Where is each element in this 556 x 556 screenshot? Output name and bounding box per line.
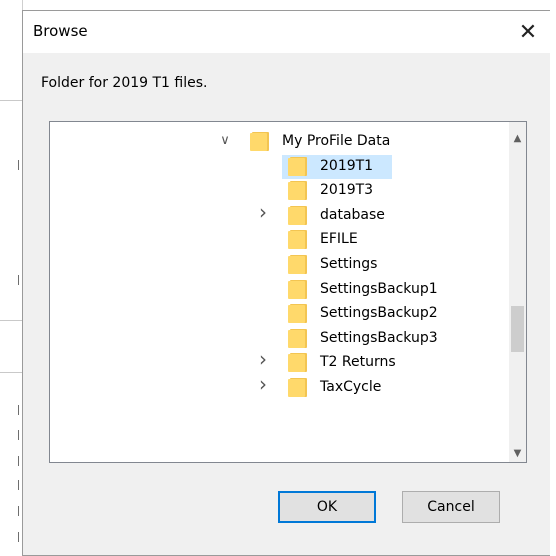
background-line: [0, 100, 22, 101]
tree-item-label: My ProFile Data: [282, 133, 391, 149]
background-line: [0, 372, 22, 373]
folder-icon: [288, 205, 308, 225]
ok-button[interactable]: OK: [278, 491, 376, 523]
tree-item[interactable]: ∨ My ProFile Data: [50, 130, 500, 154]
tree-item-label: SettingsBackup2: [320, 305, 438, 322]
tree-item-label: SettingsBackup3: [320, 329, 438, 346]
folder-tree[interactable]: ▲ ▼ ∨ My ProFile Data 2019T1 2019T3 › databas…: [49, 121, 527, 463]
tree-item[interactable]: SettingsBackup3: [50, 327, 500, 351]
cancel-button-label: Cancel: [427, 499, 475, 515]
scrollbar-thumb[interactable]: [511, 306, 524, 352]
tree-item[interactable]: EFILE: [50, 228, 500, 252]
tree-item-label: Settings: [320, 256, 378, 272]
folder-icon: [288, 328, 308, 348]
tree-item-label: SettingsBackup1: [320, 280, 438, 297]
folder-icon: [288, 230, 308, 250]
tree-item[interactable]: Settings: [50, 253, 500, 277]
tree-item[interactable]: › database: [50, 202, 500, 228]
tree-item-label: EFILE: [320, 231, 358, 248]
tree-item-label: 2019T3: [320, 182, 374, 199]
tree-item[interactable]: 2019T1: [50, 154, 500, 179]
folder-icon: [288, 156, 308, 176]
tree-item-label: T2 Returns: [320, 354, 396, 371]
folder-icon: [288, 279, 308, 299]
tree-item-label: database: [320, 206, 385, 223]
tree-item[interactable]: › TaxCycle: [50, 374, 500, 400]
folder-icon: [250, 132, 270, 151]
background-app-edge-right: [550, 0, 556, 556]
cancel-button[interactable]: Cancel: [402, 491, 500, 523]
title-bar[interactable]: Browse ✕: [23, 11, 551, 53]
scroll-up-arrow-icon[interactable]: ▲: [509, 130, 526, 147]
tree-item-label: 2019T1: [320, 157, 374, 174]
folder-icon: [288, 181, 308, 201]
background-app-edge: [0, 0, 23, 556]
dialog-title: Browse: [33, 22, 88, 40]
tree-item-label: TaxCycle: [320, 379, 382, 395]
folder-icon: [288, 255, 308, 274]
vertical-scrollbar[interactable]: ▲ ▼: [509, 122, 526, 462]
chevron-down-icon[interactable]: ∨: [218, 134, 232, 148]
folder-icon: [288, 378, 308, 397]
tree-item[interactable]: 2019T3: [50, 179, 500, 203]
close-icon: ✕: [518, 19, 538, 45]
background-line: [0, 320, 22, 321]
tree-item[interactable]: › T2 Returns: [50, 349, 500, 375]
scroll-down-arrow-icon[interactable]: ▼: [509, 445, 526, 462]
browse-dialog: Browse ✕ Folder for 2019 T1 files. ▲ ▼ ∨…: [22, 10, 552, 556]
folder-icon: [288, 304, 308, 324]
chevron-right-icon[interactable]: ›: [256, 349, 270, 369]
close-button[interactable]: ✕: [505, 11, 551, 53]
chevron-right-icon[interactable]: ›: [256, 374, 270, 394]
tree-item[interactable]: SettingsBackup1: [50, 278, 500, 302]
ok-button-label: OK: [316, 499, 338, 515]
chevron-right-icon[interactable]: ›: [256, 202, 270, 222]
folder-prompt: Folder for 2019 T1 files.: [41, 75, 208, 91]
tree-item[interactable]: SettingsBackup2: [50, 302, 500, 326]
folder-icon: [288, 353, 308, 373]
